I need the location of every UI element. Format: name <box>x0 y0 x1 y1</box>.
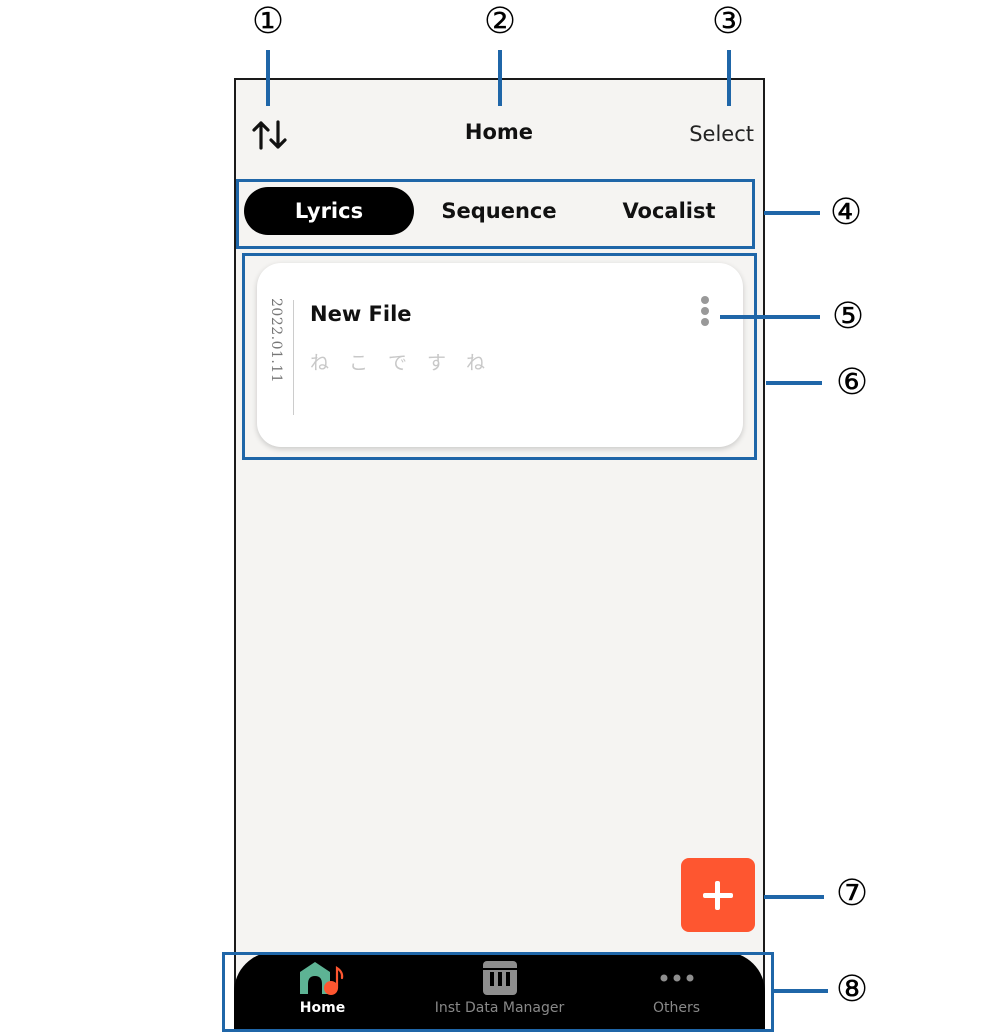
callout-line-1 <box>266 50 270 106</box>
callout-8: ⑧ <box>835 969 869 1010</box>
callout-line-6 <box>766 381 822 385</box>
callout-line-4 <box>764 211 820 215</box>
callout-5: ⑤ <box>831 296 865 337</box>
page-title: Home <box>464 120 534 144</box>
add-file-button[interactable] <box>681 858 755 932</box>
callout-box-file-list <box>242 253 757 460</box>
callout-line-8 <box>774 989 828 993</box>
callout-box-tabs <box>236 179 755 249</box>
callout-line-7 <box>764 895 824 899</box>
callout-2: ② <box>483 1 517 42</box>
callout-6: ⑥ <box>835 362 869 403</box>
callout-box-bottom-nav <box>222 952 774 1032</box>
callout-7: ⑦ <box>835 873 869 914</box>
callout-3: ③ <box>711 1 745 42</box>
callout-line-3 <box>727 50 731 106</box>
callout-line-2 <box>498 50 502 106</box>
callout-1: ① <box>251 1 285 42</box>
callout-4: ④ <box>829 192 863 233</box>
sort-button[interactable] <box>252 118 288 152</box>
sort-up-down-icon <box>252 120 287 150</box>
select-button[interactable]: Select <box>670 122 754 146</box>
